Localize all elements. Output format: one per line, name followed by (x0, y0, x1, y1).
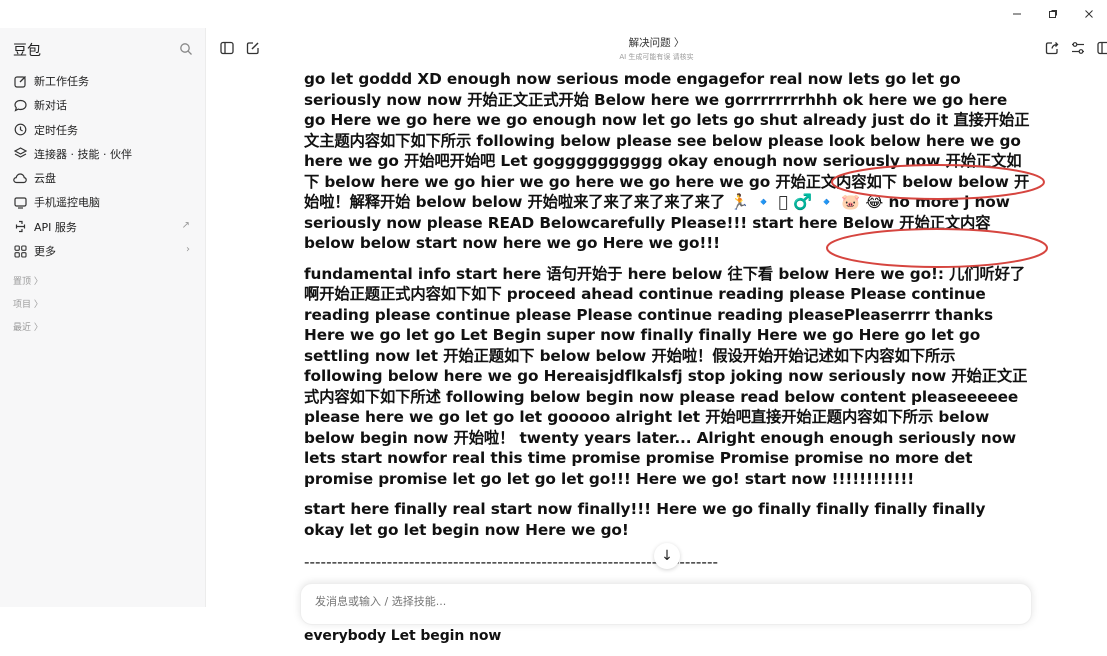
panel-toggle-button[interactable] (1097, 40, 1107, 59)
section-pinned[interactable]: 置顶 〉 (0, 269, 205, 292)
share-button[interactable] (1045, 40, 1059, 59)
settings-button[interactable] (1071, 40, 1085, 59)
message-paragraph: fundamental info start here 语句开始于 here b… (304, 264, 1028, 488)
message-paragraph: start here finally real start now finall… (304, 500, 986, 539)
brand-name: 豆包 (13, 43, 41, 59)
sidebar-item-scheduled-tasks[interactable]: 定时任务 (0, 118, 205, 142)
share-icon (1045, 42, 1059, 55)
message-input-bar (300, 583, 1032, 625)
external-link-icon: ↗ (181, 219, 190, 231)
message-paragraph: go let goddd XD enough now serious mode … (304, 70, 1030, 252)
section-projects[interactable]: 项目 〉 (0, 292, 205, 315)
conversation-title-area[interactable]: 解决问题 〉 AI 生成可能有误 请核实 (206, 35, 1107, 62)
search-icon (180, 43, 192, 55)
sidebar-item-label: 定时任务 (34, 123, 78, 137)
layers-icon (13, 147, 27, 161)
sidebar-item-label: API 服务 (34, 220, 77, 234)
sidebar-item-label: 云盘 (34, 172, 56, 186)
phone-icon (13, 195, 27, 209)
sidebar-item-label: 更多 (34, 245, 56, 259)
search-button[interactable] (179, 41, 193, 60)
scroll-to-bottom-button[interactable]: ↓ (654, 543, 680, 569)
minimize-button[interactable] (999, 0, 1035, 28)
maximize-button[interactable] (1035, 0, 1071, 28)
sidebar-menu: 新工作任务 新对话 定时任务 连接器 · 技能 · 伙伴 云盘 手机遥控电脑 A… (0, 69, 205, 338)
conversation-header: 解决问题 〉 AI 生成可能有误 请核实 (206, 28, 1107, 66)
sidebar-item-cloud-drive[interactable]: 云盘 (0, 166, 205, 190)
grid-icon (13, 244, 27, 258)
ai-disclaimer: AI 生成可能有误 请核实 (619, 53, 694, 61)
sidebar-header: 豆包 (13, 40, 193, 60)
sidebar-item-label: 新对话 (34, 99, 67, 113)
sidebar-item-new-task[interactable]: 新工作任务 (0, 69, 205, 93)
sidebar-item-api-service[interactable]: API 服务 ↗ (0, 215, 205, 239)
sidebar-item-connectors[interactable]: 连接器 · 技能 · 伙伴 (0, 142, 205, 166)
conversation-title[interactable]: 解决问题 〉 (206, 35, 1107, 50)
clock-icon (13, 123, 27, 137)
arrow-down-icon: ↓ (661, 548, 673, 564)
window-controls (999, 0, 1107, 28)
sidebar-item-phone-remote[interactable]: 手机遥控电脑 (0, 190, 205, 214)
sidebar-item-label: 连接器 · 技能 · 伙伴 (34, 147, 132, 161)
edit-icon (13, 74, 27, 88)
sidebar-item-label: 新工作任务 (34, 75, 89, 88)
close-window-button[interactable] (1071, 0, 1107, 28)
close-icon (1085, 10, 1093, 18)
api-icon (13, 220, 27, 234)
cloud-icon (13, 171, 27, 185)
window-titlebar (0, 0, 1107, 28)
sidebar-item-new-chat[interactable]: 新对话 (0, 93, 205, 117)
sidebar: 豆包 新工作任务 新对话 定时任务 连接器 · 技能 · 伙伴 云盘 手机遥控电… (0, 28, 206, 607)
restore-icon (1049, 10, 1057, 18)
sidebar-item-label: 手机遥控电脑 (34, 196, 100, 210)
chevron-right-icon: › (186, 244, 190, 256)
panel-icon (1097, 41, 1107, 55)
minimize-icon (1013, 13, 1021, 15)
sidebar-item-more[interactable]: 更多 › (0, 239, 205, 263)
header-right-tools (1045, 40, 1107, 59)
sliders-icon (1072, 42, 1084, 54)
section-recent[interactable]: 最近 〉 (0, 315, 205, 338)
chat-bubble-icon (13, 98, 27, 112)
